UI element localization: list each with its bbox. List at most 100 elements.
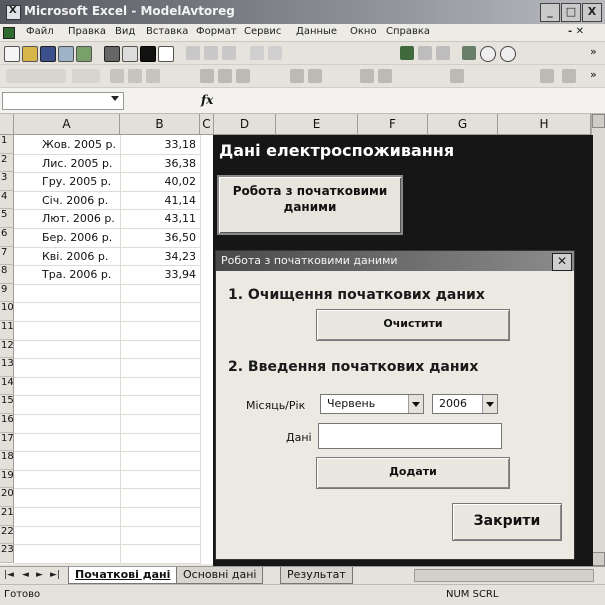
- row-header[interactable]: 20: [0, 488, 14, 507]
- sort-icon[interactable]: [436, 46, 450, 60]
- year-select[interactable]: 2006: [432, 394, 498, 414]
- mail-icon[interactable]: [76, 46, 92, 62]
- column-header-a[interactable]: A: [14, 114, 120, 135]
- select-all-corner[interactable]: [0, 114, 14, 135]
- row-header[interactable]: 17: [0, 432, 14, 452]
- undo-icon[interactable]: [250, 46, 264, 60]
- print-icon[interactable]: [104, 46, 120, 62]
- cell-value[interactable]: 43,11: [106, 212, 197, 225]
- column-header-h[interactable]: H: [498, 114, 591, 135]
- scroll-down-icon[interactable]: [592, 552, 605, 566]
- close-window-button[interactable]: X: [582, 3, 602, 22]
- row-header[interactable]: 15: [0, 395, 14, 414]
- cell-month[interactable]: Бер. 2006 р.: [42, 231, 112, 244]
- chevron-down-icon[interactable]: [408, 395, 423, 413]
- cell-month[interactable]: Кві. 2006 р.: [42, 250, 108, 263]
- scroll-up-icon[interactable]: [592, 114, 605, 128]
- tab-main-data[interactable]: Основні дані: [176, 567, 264, 584]
- column-header-e[interactable]: E: [276, 114, 358, 135]
- name-box[interactable]: [2, 92, 124, 110]
- menu-insert[interactable]: Вставка: [146, 26, 188, 37]
- cell-month[interactable]: Тра. 2006 р.: [42, 268, 111, 281]
- menu-help[interactable]: Справка: [386, 26, 430, 37]
- last-sheet-icon[interactable]: ►|: [50, 570, 60, 580]
- save-icon[interactable]: [40, 46, 56, 62]
- increase-decimal-icon[interactable]: [360, 69, 374, 83]
- print-preview-icon[interactable]: [122, 46, 138, 62]
- menu-tools[interactable]: Сервис: [244, 26, 281, 37]
- decrease-decimal-icon[interactable]: [378, 69, 392, 83]
- format-painter-icon[interactable]: [222, 46, 236, 60]
- chevron-down-icon[interactable]: [482, 395, 497, 413]
- cell-month[interactable]: Гру. 2005 р.: [42, 175, 111, 188]
- menu-minimize-icon[interactable]: - ✕: [568, 26, 584, 37]
- column-header-c[interactable]: C: [200, 114, 214, 135]
- column-header-d[interactable]: D: [214, 114, 276, 135]
- row-header[interactable]: 14: [0, 376, 14, 396]
- italic-icon[interactable]: [128, 69, 142, 83]
- vertical-scrollbar[interactable]: [591, 114, 605, 566]
- hyperlink-icon[interactable]: [400, 46, 414, 60]
- underline-icon[interactable]: [146, 69, 160, 83]
- menu-window[interactable]: Окно: [350, 26, 377, 37]
- cell-value[interactable]: 41,14: [106, 194, 197, 207]
- paste-icon[interactable]: [204, 46, 218, 60]
- row-header[interactable]: 22: [0, 525, 14, 545]
- workbook-icon[interactable]: [3, 27, 15, 39]
- row-header[interactable]: 23: [0, 544, 14, 563]
- row-header[interactable]: 6: [0, 228, 14, 247]
- close-dialog-button[interactable]: Закрити: [452, 503, 562, 541]
- toolbar-options-icon[interactable]: »: [590, 45, 597, 58]
- row-header[interactable]: 2: [0, 153, 14, 173]
- row-header[interactable]: 10: [0, 302, 14, 321]
- column-header-g[interactable]: G: [428, 114, 498, 135]
- add-button[interactable]: Додати: [316, 457, 510, 489]
- align-center-icon[interactable]: [218, 69, 232, 83]
- fx-icon[interactable]: fx: [201, 93, 213, 107]
- minimize-button[interactable]: _: [540, 3, 560, 22]
- excel-app-icon[interactable]: [6, 5, 21, 20]
- column-header-b[interactable]: B: [120, 114, 200, 135]
- open-icon[interactable]: [22, 46, 38, 62]
- dialog-title-bar[interactable]: Робота з початковими даними: [216, 251, 574, 271]
- cell-value[interactable]: 36,50: [106, 231, 197, 244]
- font-size-box[interactable]: [72, 69, 100, 83]
- indent-icon[interactable]: [450, 69, 464, 83]
- start-data-button[interactable]: Робота з початковими даними: [217, 175, 403, 235]
- copy-icon[interactable]: [158, 46, 174, 62]
- menu-view[interactable]: Вид: [115, 26, 135, 37]
- clear-button[interactable]: Очистити: [316, 309, 510, 341]
- chevron-down-icon[interactable]: [111, 96, 119, 101]
- cell-value[interactable]: 34,23: [106, 250, 197, 263]
- zoom-out-icon[interactable]: [500, 46, 516, 62]
- first-sheet-icon[interactable]: |◄: [4, 570, 14, 580]
- percent-icon[interactable]: [308, 69, 322, 83]
- row-header[interactable]: 5: [0, 209, 14, 228]
- tab-initial-data[interactable]: Початкові дані: [68, 567, 178, 584]
- toolbar-options-icon-2[interactable]: »: [590, 68, 597, 81]
- row-header[interactable]: 1: [0, 135, 14, 154]
- row-header[interactable]: 12: [0, 339, 14, 359]
- month-select[interactable]: Червень: [320, 394, 424, 414]
- cell-month[interactable]: Лис. 2005 р.: [42, 157, 112, 170]
- align-right-icon[interactable]: [236, 69, 250, 83]
- cell-month[interactable]: Лют. 2006 р.: [42, 212, 115, 225]
- prev-sheet-icon[interactable]: ◄: [22, 570, 29, 580]
- data-input[interactable]: [318, 423, 502, 449]
- cell-value[interactable]: 33,18: [106, 138, 197, 151]
- row-header[interactable]: 16: [0, 414, 14, 433]
- autosum-icon[interactable]: [418, 46, 432, 60]
- menu-edit[interactable]: Правка: [68, 26, 106, 37]
- cell-value[interactable]: 33,94: [106, 268, 197, 281]
- row-header[interactable]: 18: [0, 451, 14, 470]
- chart-wizard-icon[interactable]: [462, 46, 476, 60]
- horizontal-scrollbar[interactable]: [414, 569, 594, 582]
- redo-icon[interactable]: [268, 46, 282, 60]
- row-header[interactable]: 19: [0, 469, 14, 489]
- row-header[interactable]: 8: [0, 265, 14, 284]
- row-header[interactable]: 11: [0, 321, 14, 340]
- cell-value[interactable]: 36,38: [106, 157, 197, 170]
- cell-month[interactable]: Жов. 2005 р.: [42, 138, 116, 151]
- zoom-in-icon[interactable]: [480, 46, 496, 62]
- cut-icon[interactable]: [186, 46, 200, 60]
